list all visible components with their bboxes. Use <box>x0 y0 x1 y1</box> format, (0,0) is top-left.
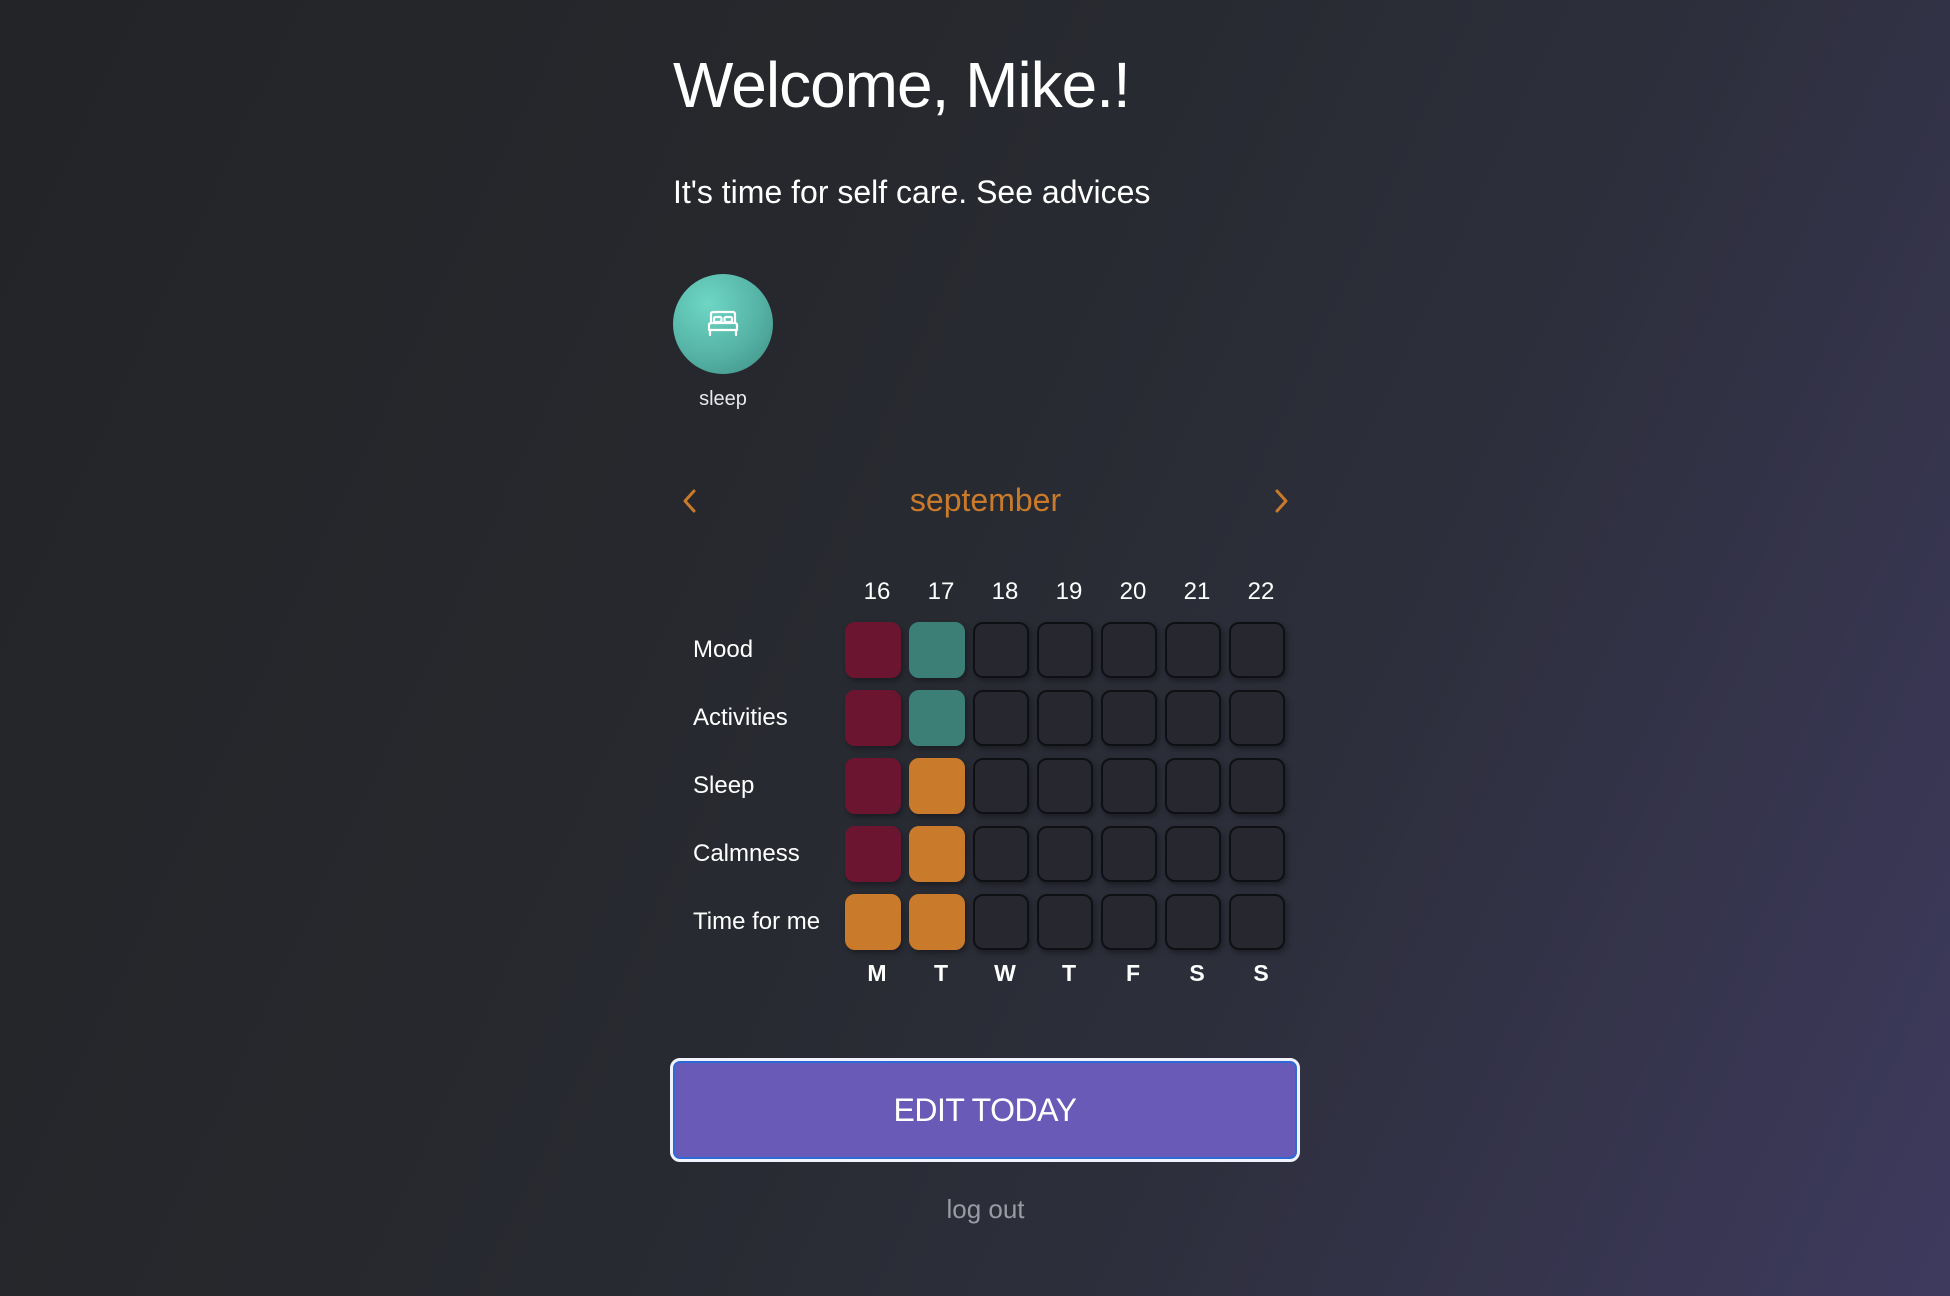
tracker-cell[interactable] <box>1165 622 1221 678</box>
tracker-row-mood: Mood <box>673 621 1293 679</box>
weekday-footer: M T W T F S S <box>845 960 1293 987</box>
tracker-cell[interactable] <box>973 826 1029 882</box>
tracker-cell[interactable] <box>973 690 1029 746</box>
tracker-cell[interactable] <box>1165 894 1221 950</box>
tracker-cell[interactable] <box>845 826 901 882</box>
row-label: Time for me <box>693 908 821 935</box>
month-navigation: september <box>673 478 1298 524</box>
tracker-cell[interactable] <box>973 894 1029 950</box>
date-label: 19 <box>1055 578 1083 605</box>
weekday-label: T <box>933 960 949 986</box>
tracker-cell[interactable] <box>1101 622 1157 678</box>
next-month-button[interactable] <box>1264 484 1298 518</box>
tracker-cell[interactable] <box>1165 690 1221 746</box>
date-label: 16 <box>863 578 891 605</box>
date-label: 17 <box>927 578 955 605</box>
edit-today-button[interactable]: EDIT TODAY <box>670 1058 1300 1162</box>
tracker-cell[interactable] <box>909 690 965 746</box>
tracker-cell[interactable] <box>845 690 901 746</box>
tracker-cell[interactable] <box>1229 758 1285 814</box>
tracker-row-calmness: Calmness <box>673 825 1293 883</box>
tracker-cell[interactable] <box>1037 622 1093 678</box>
weekday-label: S <box>1189 960 1205 986</box>
tracker-cell[interactable] <box>1229 690 1285 746</box>
tracker-row-time-for-me: Time for me <box>673 893 1293 951</box>
tracker-cell[interactable] <box>909 894 965 950</box>
weekday-label: F <box>1125 960 1141 986</box>
tracker-cell[interactable] <box>1037 690 1093 746</box>
tracker-cell[interactable] <box>1101 826 1157 882</box>
advice-sleep-circle[interactable] <box>673 274 773 374</box>
tracker-cell[interactable] <box>1165 758 1221 814</box>
tracker-cell[interactable] <box>845 894 901 950</box>
tracker-cell[interactable] <box>845 622 901 678</box>
tracker-cell[interactable] <box>1229 826 1285 882</box>
advice-sleep-label: sleep <box>699 388 747 410</box>
tracker-row-sleep: Sleep <box>673 757 1293 815</box>
tracker-cell[interactable] <box>1037 894 1093 950</box>
advice-sleep[interactable]: sleep <box>673 274 773 411</box>
tracker-cell[interactable] <box>1037 826 1093 882</box>
weekday-label: M <box>867 960 887 986</box>
date-label: 22 <box>1247 578 1275 605</box>
tracker-cell[interactable] <box>973 622 1029 678</box>
logout-link[interactable]: log out <box>673 1194 1298 1225</box>
date-header: 16 17 18 19 20 21 22 <box>845 578 1293 606</box>
row-label: Calmness <box>693 840 800 867</box>
tracker-cell[interactable] <box>1037 758 1093 814</box>
date-label: 21 <box>1183 578 1211 605</box>
date-label: 20 <box>1119 578 1147 605</box>
bed-icon <box>707 310 739 337</box>
tracker-cell[interactable] <box>909 826 965 882</box>
date-label: 18 <box>991 578 1019 605</box>
chevron-right-icon <box>1275 489 1288 513</box>
tracker-cell[interactable] <box>1165 826 1221 882</box>
tracker-cell[interactable] <box>909 622 965 678</box>
row-label: Sleep <box>693 772 755 799</box>
tracker-cell[interactable] <box>1229 894 1285 950</box>
weekday-label: S <box>1253 960 1269 986</box>
tracker-row-activities: Activities <box>673 689 1293 747</box>
tracker-cell[interactable] <box>1101 690 1157 746</box>
row-label: Mood <box>693 636 754 663</box>
subtitle: It's time for self care. See advices <box>673 174 1151 210</box>
page-title: Welcome, Mike.! <box>673 49 1131 121</box>
tracker-cell[interactable] <box>1229 622 1285 678</box>
tracker-cell[interactable] <box>1101 758 1157 814</box>
tracker-cell[interactable] <box>909 758 965 814</box>
tracker-cell[interactable] <box>1101 894 1157 950</box>
tracker-cell[interactable] <box>845 758 901 814</box>
tracker-cell[interactable] <box>973 758 1029 814</box>
weekday-label: T <box>1061 960 1077 986</box>
row-label: Activities <box>693 704 788 731</box>
weekday-label: W <box>994 960 1016 986</box>
month-label: september <box>909 482 1062 518</box>
